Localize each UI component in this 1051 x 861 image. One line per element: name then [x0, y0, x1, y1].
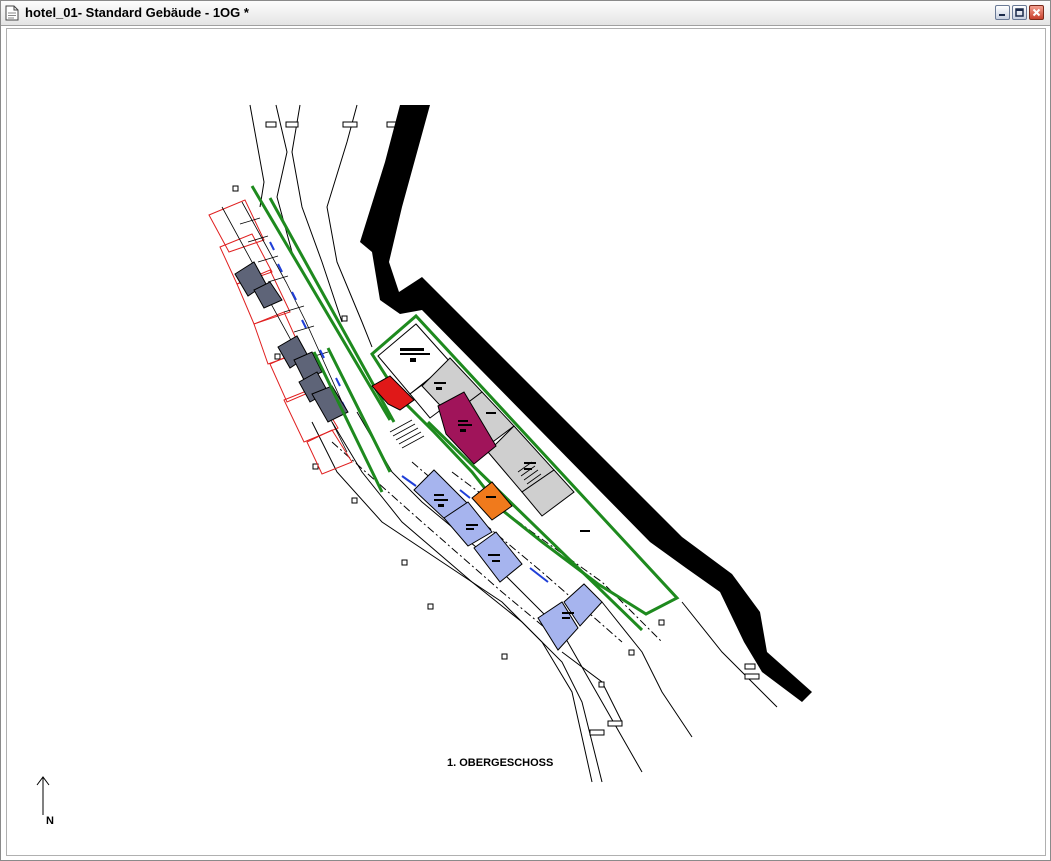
north-label: N: [46, 815, 54, 827]
drawing-canvas[interactable]: 1. OBERGESCHOSS N: [6, 28, 1046, 856]
app-window: hotel_01- Standard Gebäude - 1OG * 1. OB…: [0, 0, 1051, 861]
dark-rooms: [234, 261, 349, 423]
maximize-button[interactable]: [1012, 5, 1027, 20]
minimize-button[interactable]: [995, 5, 1010, 20]
floor-title: 1. OBERGESCHOSS: [447, 757, 554, 769]
close-icon: [1032, 8, 1041, 17]
minimize-icon: [999, 14, 1005, 16]
close-button[interactable]: [1029, 5, 1044, 20]
maximize-icon: [1015, 8, 1024, 17]
title-bar[interactable]: hotel_01- Standard Gebäude - 1OG *: [1, 1, 1050, 26]
blue-rooms: [413, 469, 603, 651]
neighbor-buildings: [208, 199, 353, 475]
window-title: hotel_01- Standard Gebäude - 1OG *: [25, 5, 249, 20]
document-icon: [5, 5, 19, 21]
north-arrow-icon: [36, 776, 50, 815]
floor-plan[interactable]: [7, 29, 1045, 855]
